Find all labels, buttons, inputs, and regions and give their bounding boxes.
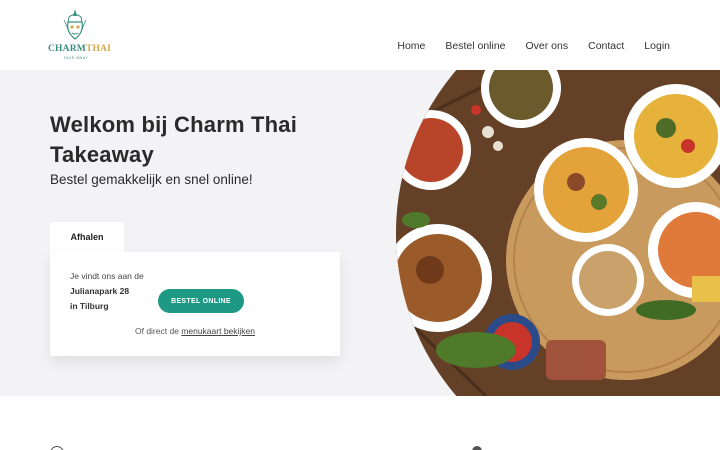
nav-login[interactable]: Login [644,40,670,52]
logo-wordmark: CHARMTHAI [48,44,112,54]
nav-bestel-online[interactable]: Bestel online [445,40,505,52]
address-city: in Tilburg [70,301,109,311]
clock-icon [50,446,64,450]
nav-home[interactable]: Home [397,40,425,52]
address-street: Julianapark 28 [70,286,130,296]
nav-over-ons[interactable]: Over ons [526,40,569,52]
hero-section: Welkom bij Charm Thai Takeaway Bestel ge… [0,70,720,396]
menukaart-link[interactable]: menukaart bekijken [181,326,255,336]
logo-tagline: TAKE AWAY [63,56,89,60]
main-navigation: Home Bestel online Over ons Contact Logi… [397,40,670,52]
thai-mask-logo-icon [63,9,87,40]
menu-line: Of direct de menukaart bekijken [50,326,340,336]
hero-subtitle: Bestel gemakkelijk en snel online! [50,172,253,187]
tab-afhalen[interactable]: Afhalen [50,222,124,252]
location-pin-icon [469,443,485,450]
site-header: CHARMTHAI TAKE AWAY Home Bestel online O… [0,0,720,70]
bestel-online-button[interactable]: BESTEL ONLINE [158,289,244,313]
menu-prefix: Of direct de [134,326,179,336]
order-card: Je vindt ons aan de Julianapark 28 in Ti… [50,252,340,356]
address-intro: Je vindt ons aan de [70,271,144,281]
charm-thai-logo[interactable]: CHARMTHAI TAKE AWAY [48,8,112,62]
nav-contact[interactable]: Contact [588,40,624,52]
info-section [0,396,720,450]
thai-food-platter-image [396,70,720,396]
hero-title: Welkom bij Charm Thai Takeaway [50,112,298,167]
